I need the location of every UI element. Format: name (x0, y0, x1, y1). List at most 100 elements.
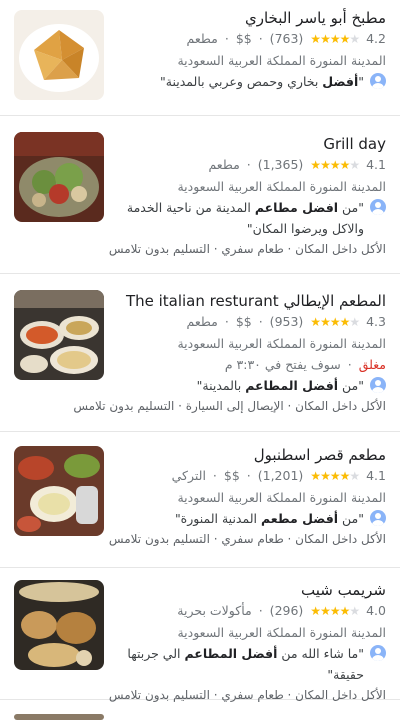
user-avatar-icon (370, 73, 386, 89)
rating-stars: ★★★★★ (310, 601, 360, 622)
separator: · (246, 468, 251, 483)
rating-stars: ★★★★★ (310, 312, 360, 333)
result-photo-seafood[interactable] (14, 580, 104, 670)
user-avatar-icon (370, 199, 386, 215)
rating-row: 4.3 ★★★★★ (953) · $$ · مطعم (112, 311, 386, 333)
address: المدينة المنورة المملكة العربية السعودية (177, 490, 386, 505)
separator: · (347, 357, 352, 372)
star-icon: ★ (320, 315, 331, 329)
quote-text: المدنية المنورة" (174, 511, 261, 526)
review-snippet: "ما شاء الله من أفضل المطاعم الي جربتها … (112, 643, 386, 685)
result-card[interactable]: مطبخ أبو ياسر البخاري 4.2 ★★★★★ (763) · … (0, 0, 400, 116)
star-icon: ★ (349, 604, 360, 618)
quote-text: "من (338, 378, 364, 393)
star-icon: ★ (329, 158, 341, 172)
address: المدينة المنورة المملكة العربية السعودية (177, 179, 386, 194)
result-card[interactable]: شريمب شيب 4.0 ★★★★★ (296) · مأكولات بحري… (0, 568, 400, 702)
category: التركي (171, 468, 206, 483)
result-card[interactable]: مطعم قصر اسطنبول 4.1 ★★★★★ (1,201) · $$ … (0, 432, 400, 568)
result-title[interactable]: شريمب شيب (112, 580, 386, 600)
star-icon: ★ (339, 158, 351, 172)
service-options: الأكل داخل المكان · طعام سفري · التسليم … (108, 532, 386, 546)
price-level: $$ (235, 314, 252, 329)
result-photo-partial[interactable] (14, 714, 104, 720)
quote-highlight: أفضل المطاعم (184, 646, 278, 661)
result-title[interactable]: مطبخ أبو ياسر البخاري (112, 8, 386, 28)
address: المدينة المنورة المملكة العربية السعودية (177, 625, 386, 640)
star-icon: ★ (329, 469, 341, 483)
star-icon: ★ (310, 469, 321, 483)
star-icon: ★ (320, 469, 331, 483)
rating-stars: ★★★★★ (310, 155, 360, 176)
quote-text: "من (338, 200, 364, 215)
category: مطعم (186, 31, 218, 46)
result-title[interactable]: Grill day (112, 134, 386, 154)
star-icon: ★ (339, 604, 351, 618)
star-icon: ★ (310, 32, 321, 46)
separator: · (258, 31, 263, 46)
result-photo-turkish[interactable] (14, 446, 104, 536)
star-icon: ★ (320, 604, 331, 618)
review-count[interactable]: (296) (270, 603, 304, 618)
review-count[interactable]: (953) (270, 314, 304, 329)
result-photo-salad[interactable] (14, 132, 104, 222)
separator: · (258, 314, 263, 329)
service-options: الأكل داخل المكان · الإيصال إلى السيارة … (73, 399, 386, 413)
category: مأكولات بحرية (177, 603, 252, 618)
rating-row: 4.1 ★★★★★ (1,365) · مطعم (112, 154, 386, 176)
rating-value: 4.3 (366, 314, 386, 329)
status-opens: سوف يفتح في ٣:٣٠ م (224, 357, 341, 372)
results-list: مطبخ أبو ياسر البخاري 4.2 ★★★★★ (763) · … (0, 0, 400, 720)
address: المدينة المنورة المملكة العربية السعودية (177, 53, 386, 68)
rating-stars: ★★★★★ (310, 29, 360, 50)
opening-status: مغلق · سوف يفتح في ٣:٣٠ م (112, 354, 386, 375)
price-level: $$ (223, 468, 240, 483)
result-title[interactable]: مطعم قصر اسطنبول (112, 445, 386, 465)
review-snippet: "أفضل بخاري وحمص وعربي بالمدينة" (112, 71, 386, 92)
review-count[interactable]: (763) (270, 31, 304, 46)
rating-stars: ★★★★★ (310, 466, 360, 487)
user-avatar-icon (370, 377, 386, 393)
star-icon: ★ (329, 32, 341, 46)
review-count[interactable]: (1,365) (258, 157, 304, 172)
rating-row: 4.2 ★★★★★ (763) · $$ · مطعم (112, 28, 386, 50)
result-card[interactable]: Grill day 4.1 ★★★★★ (1,365) · مطعم المدي… (0, 116, 400, 274)
quote-text: بالمدينة" (196, 378, 246, 393)
separator: · (212, 468, 217, 483)
category: مطعم (186, 314, 218, 329)
price-level: $$ (235, 31, 252, 46)
quote-text: "من (338, 511, 364, 526)
quote-text: " (358, 74, 364, 89)
service-options: الأكل داخل المكان · طعام سفري · التسليم … (108, 242, 386, 256)
review-count[interactable]: (1,201) (258, 468, 304, 483)
star-icon: ★ (349, 32, 360, 46)
star-icon: ★ (329, 604, 341, 618)
result-card-partial[interactable] (0, 700, 400, 720)
separator: · (224, 314, 229, 329)
quote-highlight: أفضل مطعم (260, 511, 339, 526)
result-photo-samosa[interactable] (14, 10, 104, 100)
quote-highlight: أفضل (322, 74, 359, 89)
star-icon: ★ (349, 469, 360, 483)
star-icon: ★ (320, 32, 331, 46)
star-icon: ★ (339, 315, 351, 329)
review-snippet: "من أفضل المطاعم بالمدينة" (112, 375, 386, 396)
star-icon: ★ (339, 32, 351, 46)
star-icon: ★ (320, 158, 331, 172)
result-title[interactable]: المطعم الإيطالي The italian resturant (112, 291, 386, 311)
rating-value: 4.2 (366, 31, 386, 46)
star-icon: ★ (329, 315, 341, 329)
star-icon: ★ (310, 604, 321, 618)
user-avatar-icon (370, 510, 386, 526)
category: مطعم (208, 157, 240, 172)
star-icon: ★ (310, 158, 321, 172)
separator: · (258, 603, 263, 618)
star-icon: ★ (349, 315, 360, 329)
user-avatar-icon (370, 645, 386, 661)
quote-highlight: أفضل المطاعم (245, 378, 339, 393)
result-card[interactable]: المطعم الإيطالي The italian resturant 4.… (0, 274, 400, 432)
rating-row: 4.1 ★★★★★ (1,201) · $$ · التركي (112, 465, 386, 487)
quote-highlight: افضل مطاعم (254, 200, 339, 215)
result-photo-italian[interactable] (14, 290, 104, 380)
status-closed: مغلق (358, 357, 386, 372)
